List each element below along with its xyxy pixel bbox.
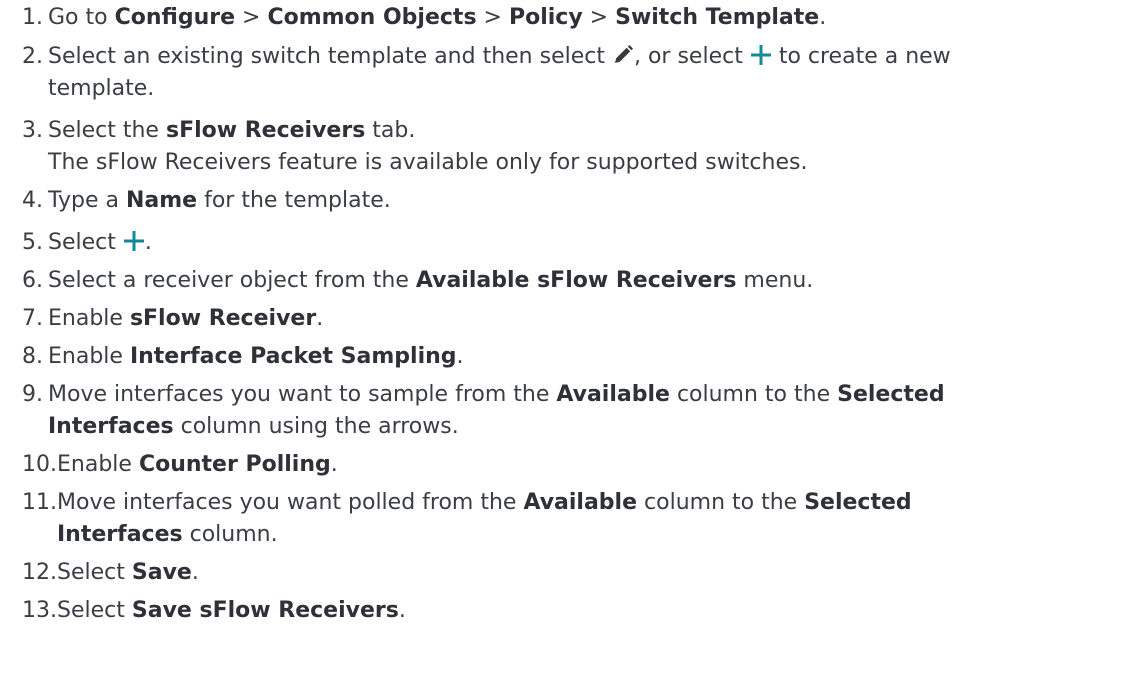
step-number: 1. (22, 5, 43, 30)
step-text: Enable Counter Polling. (57, 452, 338, 477)
step-text: Select an existing switch template and t… (48, 44, 951, 101)
step-6: 6. Select a receiver object from the Ava… (0, 265, 1145, 297)
step-number: 9. (22, 382, 43, 407)
button-name-save: Save (131, 560, 192, 585)
procedure-steps-list: 1. Go to Configure > Common Objects > Po… (0, 0, 1145, 627)
step-11: 11. Move interfaces you want polled from… (0, 487, 1145, 551)
step-number: 4. (22, 188, 43, 213)
step-number: 11. (22, 490, 57, 515)
step-text: Select Save sFlow Receivers. (57, 598, 406, 623)
step-number: 7. (22, 306, 43, 331)
step-text: Move interfaces you want to sample from … (48, 382, 945, 439)
column-name-interfaces: Interfaces (48, 414, 174, 439)
step-3: 3. Select the sFlow Receivers tab. The s… (0, 115, 1145, 179)
step-text: Select the sFlow Receivers tab. The sFlo… (48, 115, 1145, 179)
step-10: 10. Enable Counter Polling. (0, 449, 1145, 481)
step-2: 2. Select an existing switch template an… (0, 41, 1145, 105)
step-13: 13. Select Save sFlow Receivers. (0, 595, 1145, 627)
option-name-interface-packet-sampling: Interface Packet Sampling (129, 344, 457, 369)
step-text: Move interfaces you want polled from the… (57, 490, 912, 547)
step-number: 12. (22, 560, 57, 585)
step-text: Select Save. (57, 560, 199, 585)
menu-path-switch-template: Switch Template (615, 5, 820, 30)
pencil-icon (612, 44, 634, 66)
step-text: Type a Name for the template. (48, 188, 391, 213)
step-5: 5. Select . (0, 227, 1145, 259)
column-name-interfaces: Interfaces (57, 522, 183, 547)
menu-path-common-objects: Common Objects (267, 5, 477, 30)
option-name-sflow-receiver: sFlow Receiver (129, 306, 317, 331)
column-name-selected: Selected (804, 490, 912, 515)
step-number: 6. (22, 268, 43, 293)
step-number: 13. (22, 598, 57, 623)
menu-path-policy: Policy (508, 5, 583, 30)
step-1: 1. Go to Configure > Common Objects > Po… (0, 2, 1145, 34)
step-text: Select a receiver object from the Availa… (48, 268, 814, 293)
step-text: Go to Configure > Common Objects > Polic… (48, 5, 827, 30)
step-number: 10. (22, 452, 57, 477)
step-number: 5. (22, 230, 43, 255)
step-9: 9. Move interfaces you want to sample fr… (0, 379, 1145, 443)
field-name-name: Name (126, 188, 198, 213)
step-8: 8. Enable Interface Packet Sampling. (0, 341, 1145, 373)
step-number: 3. (22, 118, 43, 143)
step-12: 12. Select Save. (0, 557, 1145, 589)
plus-icon (750, 44, 772, 66)
column-name-selected: Selected (837, 382, 945, 407)
step-4: 4. Type a Name for the template. (0, 185, 1145, 217)
button-name-save-sflow-receivers: Save sFlow Receivers (131, 598, 399, 623)
tab-name-sflow-receivers: sFlow Receivers (165, 118, 366, 143)
step-number: 2. (22, 44, 43, 69)
step-text: Enable sFlow Receiver. (48, 306, 324, 331)
menu-path-configure: Configure (114, 5, 236, 30)
plus-icon (123, 230, 145, 252)
step-text: Enable Interface Packet Sampling. (48, 344, 464, 369)
menu-name-available-sflow-receivers: Available sFlow Receivers (415, 268, 737, 293)
step-number: 8. (22, 344, 43, 369)
option-name-counter-polling: Counter Polling (138, 452, 331, 477)
step-7: 7. Enable sFlow Receiver. (0, 303, 1145, 335)
column-name-available: Available (556, 382, 670, 407)
step-note: The sFlow Receivers feature is available… (48, 150, 808, 175)
column-name-available: Available (523, 490, 638, 515)
step-text: Select . (48, 230, 152, 255)
